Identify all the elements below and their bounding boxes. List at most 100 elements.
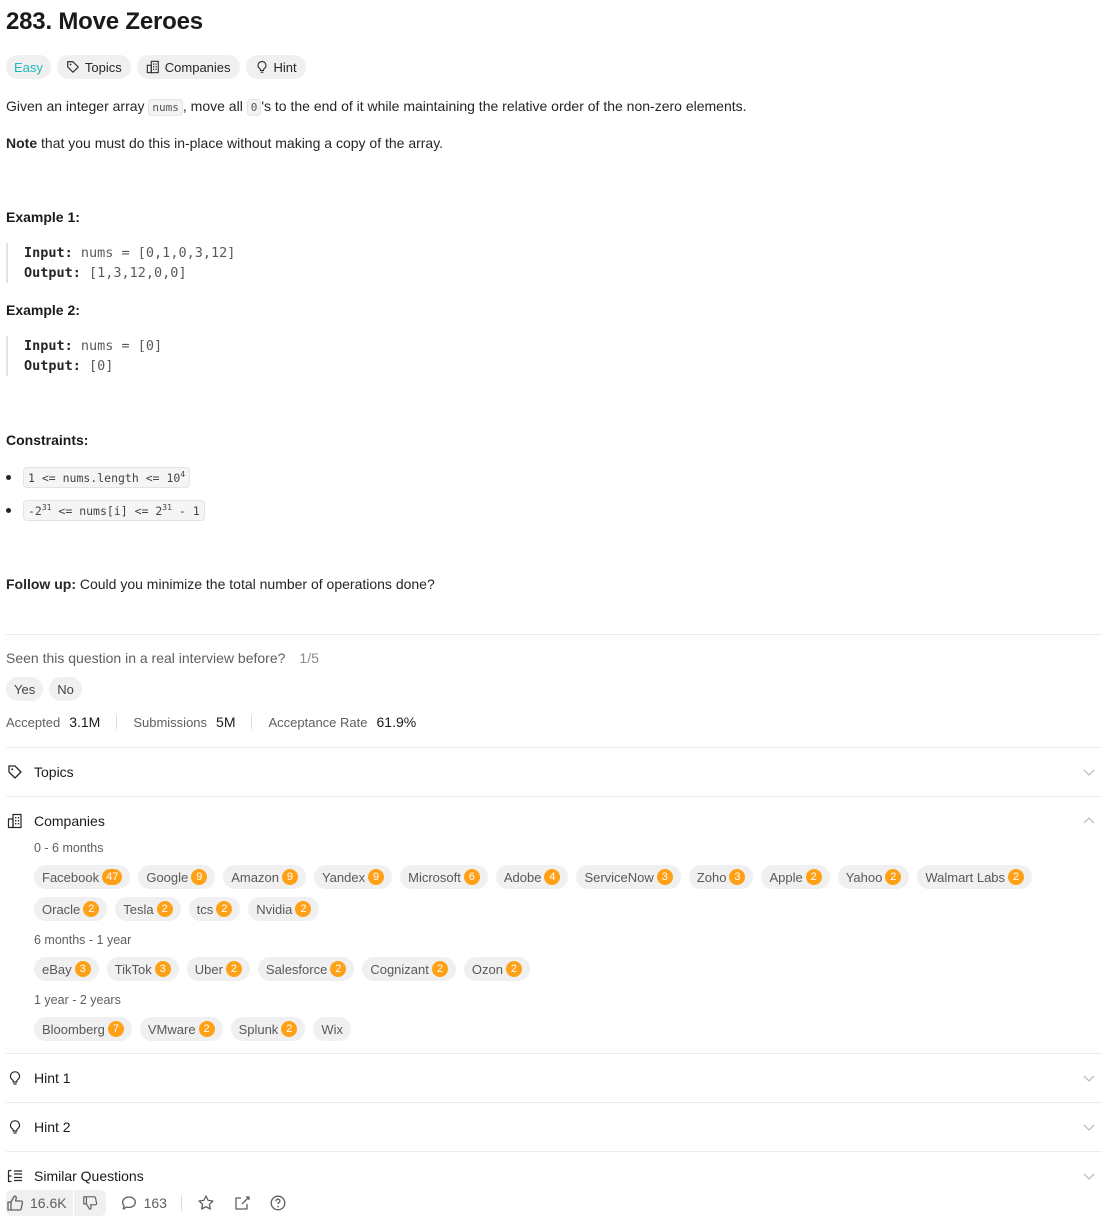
company-chip[interactable]: Splunk 2	[230, 1017, 306, 1041]
company-chip[interactable]: tcs 2	[188, 897, 241, 921]
comments-button[interactable]: 163	[120, 1194, 167, 1212]
company-chip[interactable]: VMware 2	[139, 1017, 223, 1041]
output-value: [0]	[80, 358, 114, 374]
problem-note: Note that you must do this in-place with…	[6, 133, 443, 153]
action-bar: 16.6K 163	[6, 1190, 304, 1216]
follow-up-text: Could you minimize the total number of o…	[75, 576, 435, 592]
interview-question: Seen this question in a real interview b…	[6, 650, 319, 666]
company-count-badge: 2	[1008, 869, 1025, 885]
hint-2-section-header[interactable]: Hint 2	[6, 1115, 1102, 1139]
thumbs-down-icon	[82, 1195, 98, 1211]
statement-text: 's to the end of it while maintaining th…	[261, 98, 747, 114]
company-name: Facebook	[42, 869, 100, 885]
company-chip[interactable]: Salesforce 2	[257, 957, 355, 981]
company-chip[interactable]: Wix	[313, 1017, 351, 1041]
company-count-badge: 6	[463, 869, 480, 885]
hint-tag[interactable]: Hint	[245, 55, 306, 79]
company-name: Walmart Labs	[925, 869, 1006, 885]
note-label: Note	[6, 135, 38, 151]
no-button[interactable]: No	[49, 677, 82, 701]
tag-icon	[6, 763, 24, 781]
company-chip[interactable]: Ozon 2	[463, 957, 530, 981]
dislike-button[interactable]	[73, 1190, 106, 1216]
interview-question-text: Seen this question in a real interview b…	[6, 650, 286, 666]
company-chip[interactable]: Walmart Labs 2	[917, 865, 1033, 889]
accepted-value: 3.1M	[69, 714, 101, 730]
help-icon[interactable]	[268, 1193, 288, 1213]
company-count-badge: 2	[805, 869, 822, 885]
company-chip[interactable]: Yandex 9	[313, 865, 393, 889]
company-count-badge: 47	[102, 869, 123, 885]
divider	[6, 1151, 1102, 1152]
company-count-badge: 2	[281, 1021, 298, 1037]
company-name: ServiceNow	[584, 869, 654, 885]
section-title: Similar Questions	[34, 1168, 144, 1184]
company-name: Yahoo	[845, 869, 883, 885]
divider	[6, 1053, 1102, 1054]
section-title: Hint 2	[34, 1119, 71, 1135]
output-label: Output:	[24, 265, 81, 281]
building-icon	[146, 60, 160, 74]
acceptance-rate-value: 61.9%	[376, 714, 417, 730]
list-icon	[6, 1167, 24, 1185]
company-name: Nvidia	[256, 901, 293, 917]
company-name: Uber	[194, 961, 223, 977]
company-chip[interactable]: Oracle 2	[34, 897, 108, 921]
company-chip[interactable]: Cognizant 2	[362, 957, 456, 981]
company-chip[interactable]: Apple 2	[761, 865, 830, 889]
interview-answer-group: Yes No	[6, 677, 82, 701]
topics-section-header[interactable]: Topics	[6, 760, 1102, 784]
constraints-title: Constraints:	[6, 432, 89, 448]
company-count-badge: 3	[154, 961, 171, 977]
company-name: eBay	[42, 961, 72, 977]
company-chip[interactable]: Bloomberg 7	[34, 1017, 132, 1041]
inline-code: 0	[246, 99, 262, 116]
exponent: 4	[180, 470, 186, 479]
chevron-down-icon	[1082, 1120, 1096, 1134]
topics-tag[interactable]: Topics	[56, 55, 131, 79]
company-name: TikTok	[114, 961, 152, 977]
period-label: 6 months - 1 year	[34, 933, 132, 947]
company-name: Apple	[769, 869, 803, 885]
company-count-badge: 9	[368, 869, 385, 885]
constraint-2: -231 <= nums[i] <= 231 - 1	[6, 500, 205, 521]
company-chip[interactable]: Microsoft 6	[400, 865, 488, 889]
company-chip[interactable]: ServiceNow 3	[576, 865, 681, 889]
company-count-badge: 2	[83, 901, 100, 917]
follow-up: Follow up: Could you minimize the total …	[6, 574, 435, 594]
company-chip[interactable]: Google 9	[138, 865, 216, 889]
company-count-badge: 2	[216, 901, 233, 917]
input-value: nums = [0]	[72, 338, 163, 354]
difficulty-badge: Easy	[6, 55, 51, 79]
statement-text: , move all	[182, 98, 247, 114]
company-chip[interactable]: Facebook 47	[34, 865, 131, 889]
section-title: Topics	[34, 764, 74, 780]
yes-button[interactable]: Yes	[6, 677, 44, 701]
company-chip-list: Bloomberg 7 VMware 2 Splunk 2 Wix	[34, 1017, 351, 1041]
example-1-block: Input: nums = [0,1,0,3,12] Output: [1,3,…	[6, 243, 235, 283]
company-chip[interactable]: Adobe 4	[495, 865, 569, 889]
tag-row: Easy Topics Companies Hint	[6, 55, 306, 79]
favorite-star-icon[interactable]	[196, 1193, 216, 1213]
company-chip[interactable]: Uber 2	[186, 957, 250, 981]
company-chip[interactable]: TikTok 3	[106, 957, 179, 981]
like-button[interactable]: 16.6K	[6, 1190, 73, 1216]
inline-code: nums	[148, 99, 183, 116]
company-name: Ozon	[471, 961, 503, 977]
company-chip[interactable]: Amazon 9	[223, 865, 306, 889]
company-chip[interactable]: Zoho 3	[688, 865, 754, 889]
hint-1-section-header[interactable]: Hint 1	[6, 1066, 1102, 1090]
company-chip[interactable]: Nvidia 2	[248, 897, 320, 921]
statement-text: Given an integer array	[6, 98, 149, 114]
divider	[180, 1195, 182, 1211]
submissions-value: 5M	[216, 714, 236, 730]
share-icon[interactable]	[232, 1193, 252, 1213]
similar-questions-section-header[interactable]: Similar Questions	[6, 1164, 1102, 1188]
exponent: 31	[41, 503, 52, 512]
companies-tag[interactable]: Companies	[136, 55, 240, 79]
companies-section-header[interactable]: Companies	[6, 809, 1102, 833]
company-chip[interactable]: Tesla 2	[115, 897, 181, 921]
lightbulb-icon	[6, 1069, 24, 1087]
company-chip[interactable]: Yahoo 2	[837, 865, 910, 889]
company-chip[interactable]: eBay 3	[34, 957, 99, 981]
